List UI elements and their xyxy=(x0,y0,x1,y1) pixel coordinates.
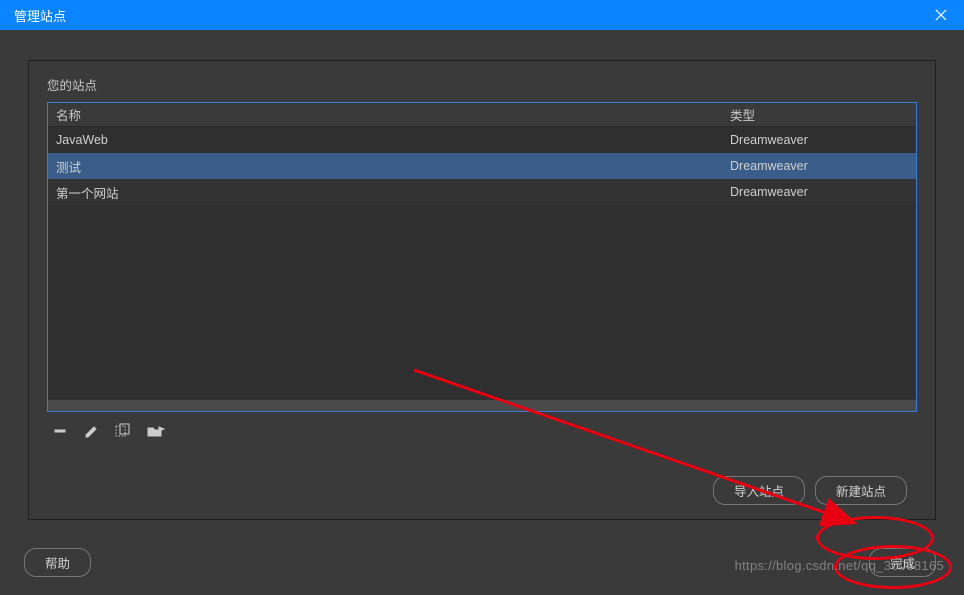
column-header-type[interactable]: 类型 xyxy=(728,105,916,124)
column-header-name[interactable]: 名称 xyxy=(48,105,728,124)
panel-label: 您的站点 xyxy=(47,75,917,94)
cell-name: JavaWeb xyxy=(48,133,728,147)
list-header: 名称 类型 xyxy=(48,103,916,127)
list-toolbar xyxy=(47,422,917,440)
import-site-button[interactable]: 导入站点 xyxy=(713,476,805,505)
list-body: JavaWeb Dreamweaver 测试 Dreamweaver 第一个网站… xyxy=(48,127,916,205)
table-row[interactable]: JavaWeb Dreamweaver xyxy=(48,127,916,153)
horizontal-scrollbar[interactable] xyxy=(48,399,916,411)
cell-name: 测试 xyxy=(48,157,728,176)
table-row[interactable]: 测试 Dreamweaver xyxy=(48,153,916,179)
cell-type: Dreamweaver xyxy=(728,159,916,173)
cell-type: Dreamweaver xyxy=(728,133,916,147)
dialog-content: 您的站点 名称 类型 JavaWeb Dreamweaver 测试 Dreamw… xyxy=(0,30,964,532)
duplicate-icon[interactable] xyxy=(115,422,133,440)
footer-right: 完成 xyxy=(869,548,936,577)
cell-name: 第一个网站 xyxy=(48,183,728,202)
titlebar: 管理站点 xyxy=(0,0,964,30)
help-button[interactable]: 帮助 xyxy=(24,548,91,577)
window-title: 管理站点 xyxy=(14,6,66,25)
export-icon[interactable] xyxy=(147,422,165,440)
close-icon[interactable] xyxy=(926,0,956,30)
new-site-button[interactable]: 新建站点 xyxy=(815,476,907,505)
done-button[interactable]: 完成 xyxy=(869,548,936,577)
sites-panel: 您的站点 名称 类型 JavaWeb Dreamweaver 测试 Dreamw… xyxy=(28,60,936,520)
panel-buttons: 导入站点 新建站点 xyxy=(713,476,907,505)
edit-icon[interactable] xyxy=(83,422,101,440)
sites-list: 名称 类型 JavaWeb Dreamweaver 测试 Dreamweaver… xyxy=(47,102,917,412)
table-row[interactable]: 第一个网站 Dreamweaver xyxy=(48,179,916,205)
cell-type: Dreamweaver xyxy=(728,185,916,199)
footer-left: 帮助 xyxy=(24,548,91,577)
remove-icon[interactable] xyxy=(51,422,69,440)
